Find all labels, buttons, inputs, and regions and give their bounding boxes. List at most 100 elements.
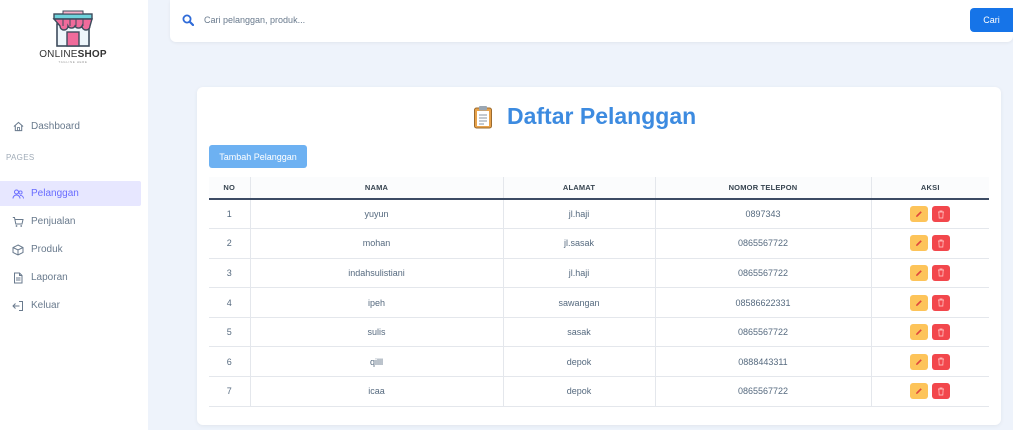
delete-button[interactable] [932,383,951,400]
cell-no: 6 [226,356,232,367]
delete-button[interactable] [932,264,951,281]
trash-icon [938,387,945,396]
sidebar-item-label: Penjualan [31,216,76,227]
column-header-aksi: AKSI [870,177,989,199]
cell-no: 5 [226,327,232,338]
cell-nama: qilll [249,346,503,377]
table-row: 5 sulis sasak 0865567722 [209,317,989,347]
table-row: 4 ipeh sawangan 08586622331 [209,287,989,318]
home-icon [12,121,24,133]
cell-aksi [870,199,989,229]
edit-button[interactable] [910,353,929,370]
delete-button[interactable] [932,294,951,311]
cell-nama: mohan [249,228,503,259]
cell-alamat: sasak [502,317,655,347]
brand-tagline: TAGLINE HERE [58,60,88,64]
edit-button[interactable] [910,294,929,311]
sidebar-item-pelanggan[interactable]: Pelanggan [0,181,141,206]
box-icon [12,243,24,256]
delete-button[interactable] [932,324,951,341]
cell-telepon: 0897343 [654,199,871,229]
sidebar-item-label: Produk [31,244,63,255]
trash-icon [938,298,945,307]
sidebar-section-header: PAGES [6,153,35,162]
sidebar-item-label: Keluar [31,300,60,311]
pencil-icon [916,388,923,395]
cell-no: 1 [226,209,232,220]
trash-icon [938,239,945,248]
cell-telepon: 08586622331 [654,287,871,318]
edit-button[interactable] [910,324,929,341]
table-row: 2 mohan jl.sasak 0865567722 [209,228,989,259]
brand-logo[interactable]: ONLINESHOP TAGLINE HERE [30,10,116,72]
cell-alamat: sawangan [502,287,655,318]
customer-table: NO NAMA ALAMAT NOMOR TELEPON AKSI 1 yuyun… [209,177,989,407]
pencil-icon [916,299,923,306]
logout-icon [12,300,24,312]
cell-aksi [870,228,989,259]
cell-aksi [870,287,989,318]
search-bar: Cari [170,0,1013,42]
cell-no: 2 [226,238,232,249]
shop-icon [52,10,93,47]
search-input[interactable] [204,11,904,29]
brand-name-prefix: ONLINE [39,49,78,60]
edit-button[interactable] [910,206,929,223]
pencil-icon [916,270,923,276]
sidebar-item-label: Dashboard [31,121,80,132]
sidebar-item-dashboard[interactable]: Dashboard [0,114,141,139]
delete-button[interactable] [932,235,951,252]
cell-nama: yuyun [249,199,503,229]
table-row: 3 indahsulistiani jl.haji 0865567722 [209,258,989,288]
edit-button[interactable] [910,264,929,281]
cell-alamat: depok [502,346,655,377]
delete-button[interactable] [932,353,951,370]
cell-no: 7 [226,386,232,397]
cell-aksi [870,258,989,288]
cell-aksi [870,346,989,377]
cell-nama: sulis [249,317,503,347]
cell-telepon: 0865567722 [654,317,871,347]
column-header-no[interactable]: NO [209,177,250,199]
cell-aksi [870,317,989,347]
pencil-icon [916,358,923,365]
cart-icon [12,216,24,228]
document-icon [12,272,24,284]
table-header-row: NO NAMA ALAMAT NOMOR TELEPON AKSI [209,177,989,199]
cell-telepon: 0865567722 [654,228,871,259]
table-row: 7 icaa depok 0865567722 [209,376,989,407]
cell-alamat: jl.haji [502,199,655,229]
column-header-nama[interactable]: NAMA [249,177,503,199]
sidebar: ONLINESHOP TAGLINE HERE Dashboard PAGES … [0,0,148,430]
sidebar-item-keluar[interactable]: Keluar [0,293,141,318]
add-customer-button[interactable]: Tambah Pelanggan [209,145,307,168]
cell-telepon: 0888443311 [654,346,871,377]
customer-list-card: Daftar Pelanggan Tambah Pelanggan NO NAM… [197,87,1001,425]
cell-nama: ipeh [249,287,503,318]
cell-telepon: 0865567722 [654,258,871,288]
pencil-icon [916,329,923,336]
column-header-alamat[interactable]: ALAMAT [502,177,655,199]
column-header-telepon[interactable]: NOMOR TELEPON [654,177,871,199]
sidebar-item-produk[interactable]: Produk [0,237,141,262]
table-row: 6 qilll depok 0888443311 [209,346,989,377]
cell-nama: icaa [249,376,503,407]
trash-icon [938,210,945,218]
search-button[interactable]: Cari [970,8,1013,32]
sidebar-item-penjualan[interactable]: Penjualan [0,209,141,234]
delete-button[interactable] [932,206,951,223]
cell-alamat: jl.haji [502,258,655,288]
users-icon [12,188,24,200]
edit-button[interactable] [910,235,929,252]
clipboard-icon [473,105,493,129]
trash-icon [938,357,945,366]
cell-telepon: 0865567722 [654,376,871,407]
brand-name: SHOP [77,49,107,60]
trash-icon [938,269,945,277]
sidebar-item-laporan[interactable]: Laporan [0,265,141,290]
cell-alamat: depok [502,376,655,407]
pencil-icon [916,240,923,247]
cell-no: 3 [226,267,232,278]
edit-button[interactable] [910,383,929,400]
page-title-text: Daftar Pelanggan [507,103,697,129]
